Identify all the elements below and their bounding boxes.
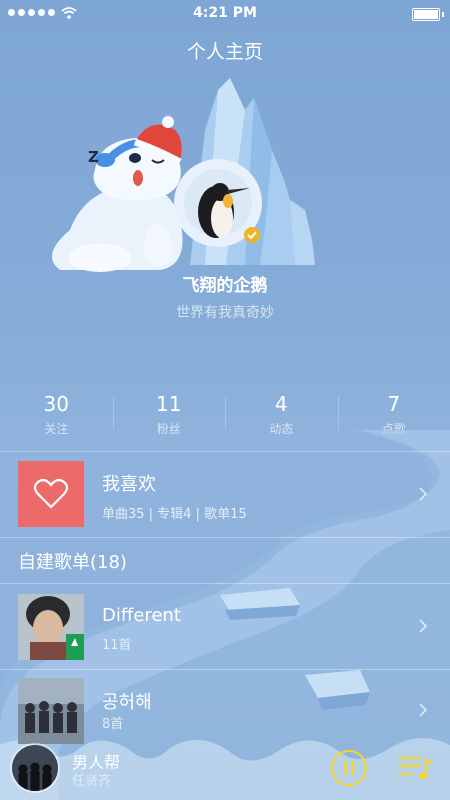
chevron-right-icon (419, 619, 428, 633)
profile-bio: 世界有我真奇妙 (176, 305, 274, 321)
pause-button[interactable] (330, 749, 368, 787)
profile-illustration: Z (52, 78, 315, 272)
playlist-queue-icon[interactable] (398, 753, 434, 783)
heart-icon (33, 478, 69, 509)
playlist-count: 8首 (102, 717, 124, 732)
polar-bear-illustration: Z (52, 116, 183, 272)
stat-value: 4 (274, 392, 288, 416)
stat-value: 11 (156, 392, 182, 416)
status-bar: 4:21 PM (0, 0, 450, 28)
stat-value: 30 (43, 392, 69, 416)
chevron-right-icon (419, 703, 428, 717)
playlist-count: 11首 (102, 638, 132, 653)
playlist-title: Different (102, 605, 181, 626)
favorites-title: 我喜欢 (102, 474, 156, 495)
playlists-section-label: 自建歌单(18) (18, 552, 127, 573)
svg-text:Z: Z (88, 148, 99, 166)
stat-value: 7 (387, 392, 401, 416)
chevron-right-icon (419, 487, 428, 501)
playlist-cover (18, 594, 84, 660)
now-playing-cover[interactable] (10, 743, 60, 793)
divider (0, 537, 450, 538)
favorites-cover (18, 461, 84, 527)
status-time: 4:21 PM (193, 5, 257, 21)
playlist-title: 공허해 (102, 692, 152, 713)
avatar (174, 159, 262, 247)
favorites-subtitle: 单曲35 | 专辑4 | 歌单15 (102, 507, 247, 522)
verified-badge-icon (244, 227, 260, 243)
profile-nickname: 飞翔的企鹅 (182, 276, 268, 296)
playlist-cover (18, 678, 84, 744)
page-title: 个人主页 (186, 41, 263, 63)
now-playing-artist: 任贤齐 (72, 774, 112, 789)
battery-icon (412, 8, 444, 21)
mini-player[interactable] (0, 740, 450, 800)
